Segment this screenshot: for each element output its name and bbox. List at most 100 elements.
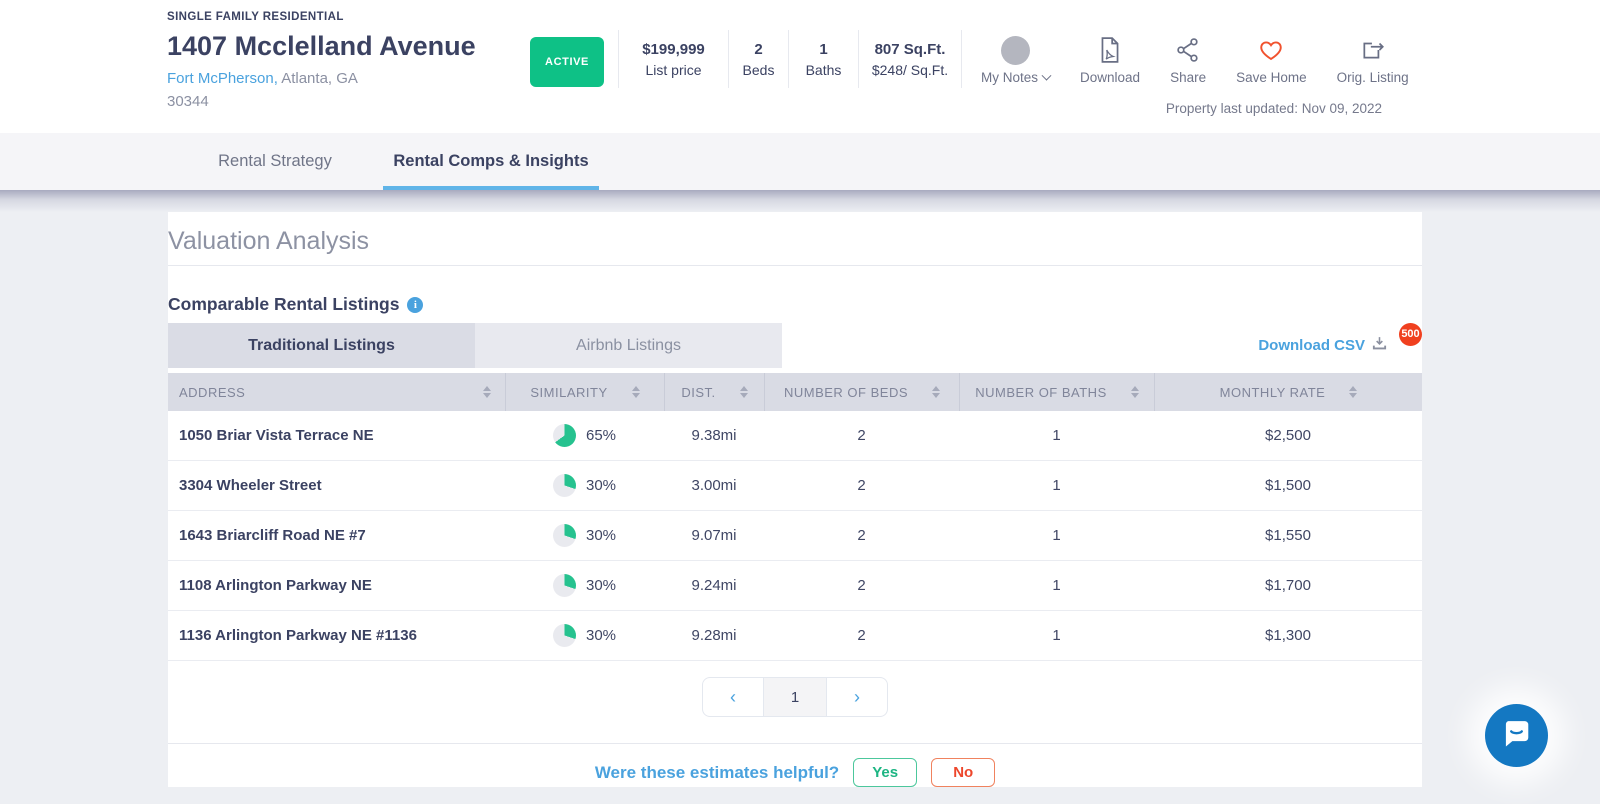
sqft-value: 807 Sq.Ft. <box>875 39 946 60</box>
pagination-prev-button[interactable]: ‹ <box>702 677 764 717</box>
row-address[interactable]: 1050 Briar Vista Terrace NE <box>168 427 505 444</box>
avatar-icon <box>1001 36 1030 65</box>
table-row[interactable]: 1108 Arlington Parkway NE 30% 9.24mi 2 1… <box>168 561 1422 611</box>
row-similarity: 30% <box>505 574 664 597</box>
page-tab-bar: Rental Strategy Rental Comps & Insights <box>0 133 1600 190</box>
row-address[interactable]: 1643 Briarcliff Road NE #7 <box>168 527 505 544</box>
tab-rental-strategy[interactable]: Rental Strategy <box>167 133 383 190</box>
row-beds: 2 <box>764 427 959 444</box>
property-location: Fort McPherson, Atlanta, GA <box>167 70 358 87</box>
sort-baths[interactable]: NUMBER OF BATHS <box>959 373 1154 411</box>
pdf-file-icon <box>1097 33 1123 67</box>
stat-list-price: $199,999 List price <box>618 30 728 88</box>
listing-type-tabs: Traditional Listings Airbnb Listings <box>168 323 782 368</box>
similarity-percent: 30% <box>586 477 616 494</box>
col-beds-label: NUMBER OF BEDS <box>784 385 908 400</box>
stat-beds: 2 Beds <box>728 30 788 88</box>
tab-rental-comps-insights[interactable]: Rental Comps & Insights <box>383 133 599 190</box>
feedback-question: Were these estimates helpful? <box>595 763 839 783</box>
property-header: SINGLE FAMILY RESIDENTIAL 1407 Mcclellan… <box>0 0 1600 133</box>
zip-code: 30344 <box>167 93 209 110</box>
sort-beds[interactable]: NUMBER OF BEDS <box>764 373 959 411</box>
sort-dist[interactable]: DIST. <box>664 373 764 411</box>
comps-table-header: ADDRESS SIMILARITY DIST. NUMBER OF BEDS … <box>168 373 1422 411</box>
row-monthly-rate: $1,500 <box>1154 477 1422 494</box>
table-row[interactable]: 3304 Wheeler Street 30% 3.00mi 2 1 $1,50… <box>168 461 1422 511</box>
row-address[interactable]: 1136 Arlington Parkway NE #1136 <box>168 627 505 644</box>
orig-listing-label: Orig. Listing <box>1337 70 1409 85</box>
save-home-button[interactable]: Save Home <box>1221 33 1322 85</box>
similarity-percent: 30% <box>586 577 616 594</box>
row-beds: 2 <box>764 627 959 644</box>
similarity-pie-icon <box>553 624 576 647</box>
valuation-analysis-heading: Valuation Analysis <box>168 212 1422 256</box>
stat-sqft: 807 Sq.Ft. $248/ Sq.Ft. <box>858 30 962 88</box>
sort-similarity[interactable]: SIMILARITY <box>505 373 664 411</box>
row-beds: 2 <box>764 527 959 544</box>
tab-traditional-listings[interactable]: Traditional Listings <box>168 323 475 368</box>
pagination-page-1[interactable]: 1 <box>764 677 826 717</box>
feedback-row: Were these estimates helpful? Yes No <box>168 744 1422 787</box>
row-address[interactable]: 3304 Wheeler Street <box>168 477 505 494</box>
similarity-pie-icon <box>553 524 576 547</box>
chat-launcher-button[interactable] <box>1485 704 1548 767</box>
similarity-pie-icon <box>553 474 576 497</box>
table-row[interactable]: 1136 Arlington Parkway NE #1136 30% 9.28… <box>168 611 1422 661</box>
similarity-percent: 65% <box>586 427 616 444</box>
neighborhood-link[interactable]: Fort McPherson, <box>167 70 278 87</box>
chevron-down-icon <box>1042 71 1052 81</box>
share-label: Share <box>1170 70 1206 85</box>
pagination-next-button[interactable]: › <box>826 677 888 717</box>
baths-label: Baths <box>806 60 842 80</box>
stat-baths: 1 Baths <box>788 30 858 88</box>
row-monthly-rate: $1,700 <box>1154 577 1422 594</box>
download-tray-icon <box>1371 335 1388 357</box>
row-similarity: 65% <box>505 424 664 447</box>
row-distance: 9.28mi <box>664 627 764 644</box>
row-beds: 2 <box>764 577 959 594</box>
download-button[interactable]: Download <box>1065 33 1155 85</box>
beds-value: 2 <box>754 39 762 60</box>
comparable-rental-listings-title: Comparable Rental Listings <box>168 294 399 315</box>
download-csv-button[interactable]: Download CSV 500 <box>1258 335 1422 357</box>
pagination: ‹ 1 › <box>702 677 888 717</box>
orig-listing-button[interactable]: Orig. Listing <box>1322 33 1424 85</box>
row-baths: 1 <box>959 627 1154 644</box>
table-row[interactable]: 1050 Briar Vista Terrace NE 65% 9.38mi 2… <box>168 411 1422 461</box>
external-link-icon <box>1359 33 1387 67</box>
col-dist-label: DIST. <box>681 385 715 400</box>
row-beds: 2 <box>764 477 959 494</box>
share-button[interactable]: Share <box>1155 33 1221 85</box>
row-monthly-rate: $1,300 <box>1154 627 1422 644</box>
row-distance: 3.00mi <box>664 477 764 494</box>
row-distance: 9.38mi <box>664 427 764 444</box>
row-distance: 9.07mi <box>664 527 764 544</box>
property-stats: $199,999 List price 2 Beds 1 Baths 807 S… <box>618 30 962 88</box>
table-row[interactable]: 1643 Briarcliff Road NE #7 30% 9.07mi 2 … <box>168 511 1422 561</box>
row-baths: 1 <box>959 527 1154 544</box>
sort-arrows-icon <box>740 386 748 398</box>
info-icon[interactable]: i <box>407 297 423 313</box>
tab-bar-shadow <box>0 190 1600 212</box>
status-badge: ACTIVE <box>530 37 604 87</box>
baths-value: 1 <box>819 39 827 60</box>
heart-icon <box>1257 33 1285 67</box>
download-label: Download <box>1080 70 1140 85</box>
feedback-no-button[interactable]: No <box>931 758 995 787</box>
tab-airbnb-listings[interactable]: Airbnb Listings <box>475 323 782 368</box>
row-address[interactable]: 1108 Arlington Parkway NE <box>168 577 505 594</box>
row-similarity: 30% <box>505 524 664 547</box>
property-address-title: 1407 Mcclelland Avenue <box>167 31 476 62</box>
property-type-label: SINGLE FAMILY RESIDENTIAL <box>167 11 344 23</box>
save-home-label: Save Home <box>1236 70 1307 85</box>
price-per-sqft-label: $248/ Sq.Ft. <box>872 60 948 80</box>
chat-bubble-icon <box>1500 717 1533 755</box>
feedback-yes-button[interactable]: Yes <box>853 758 917 787</box>
col-similarity-label: SIMILARITY <box>530 385 607 400</box>
header-actions: My Notes Download Share <box>966 33 1424 85</box>
sort-address[interactable]: ADDRESS <box>168 373 505 411</box>
my-notes-button[interactable]: My Notes <box>966 33 1065 85</box>
row-similarity: 30% <box>505 624 664 647</box>
sort-monthly-rate[interactable]: MONTHLY RATE <box>1154 373 1422 411</box>
download-csv-label: Download CSV <box>1258 337 1365 354</box>
